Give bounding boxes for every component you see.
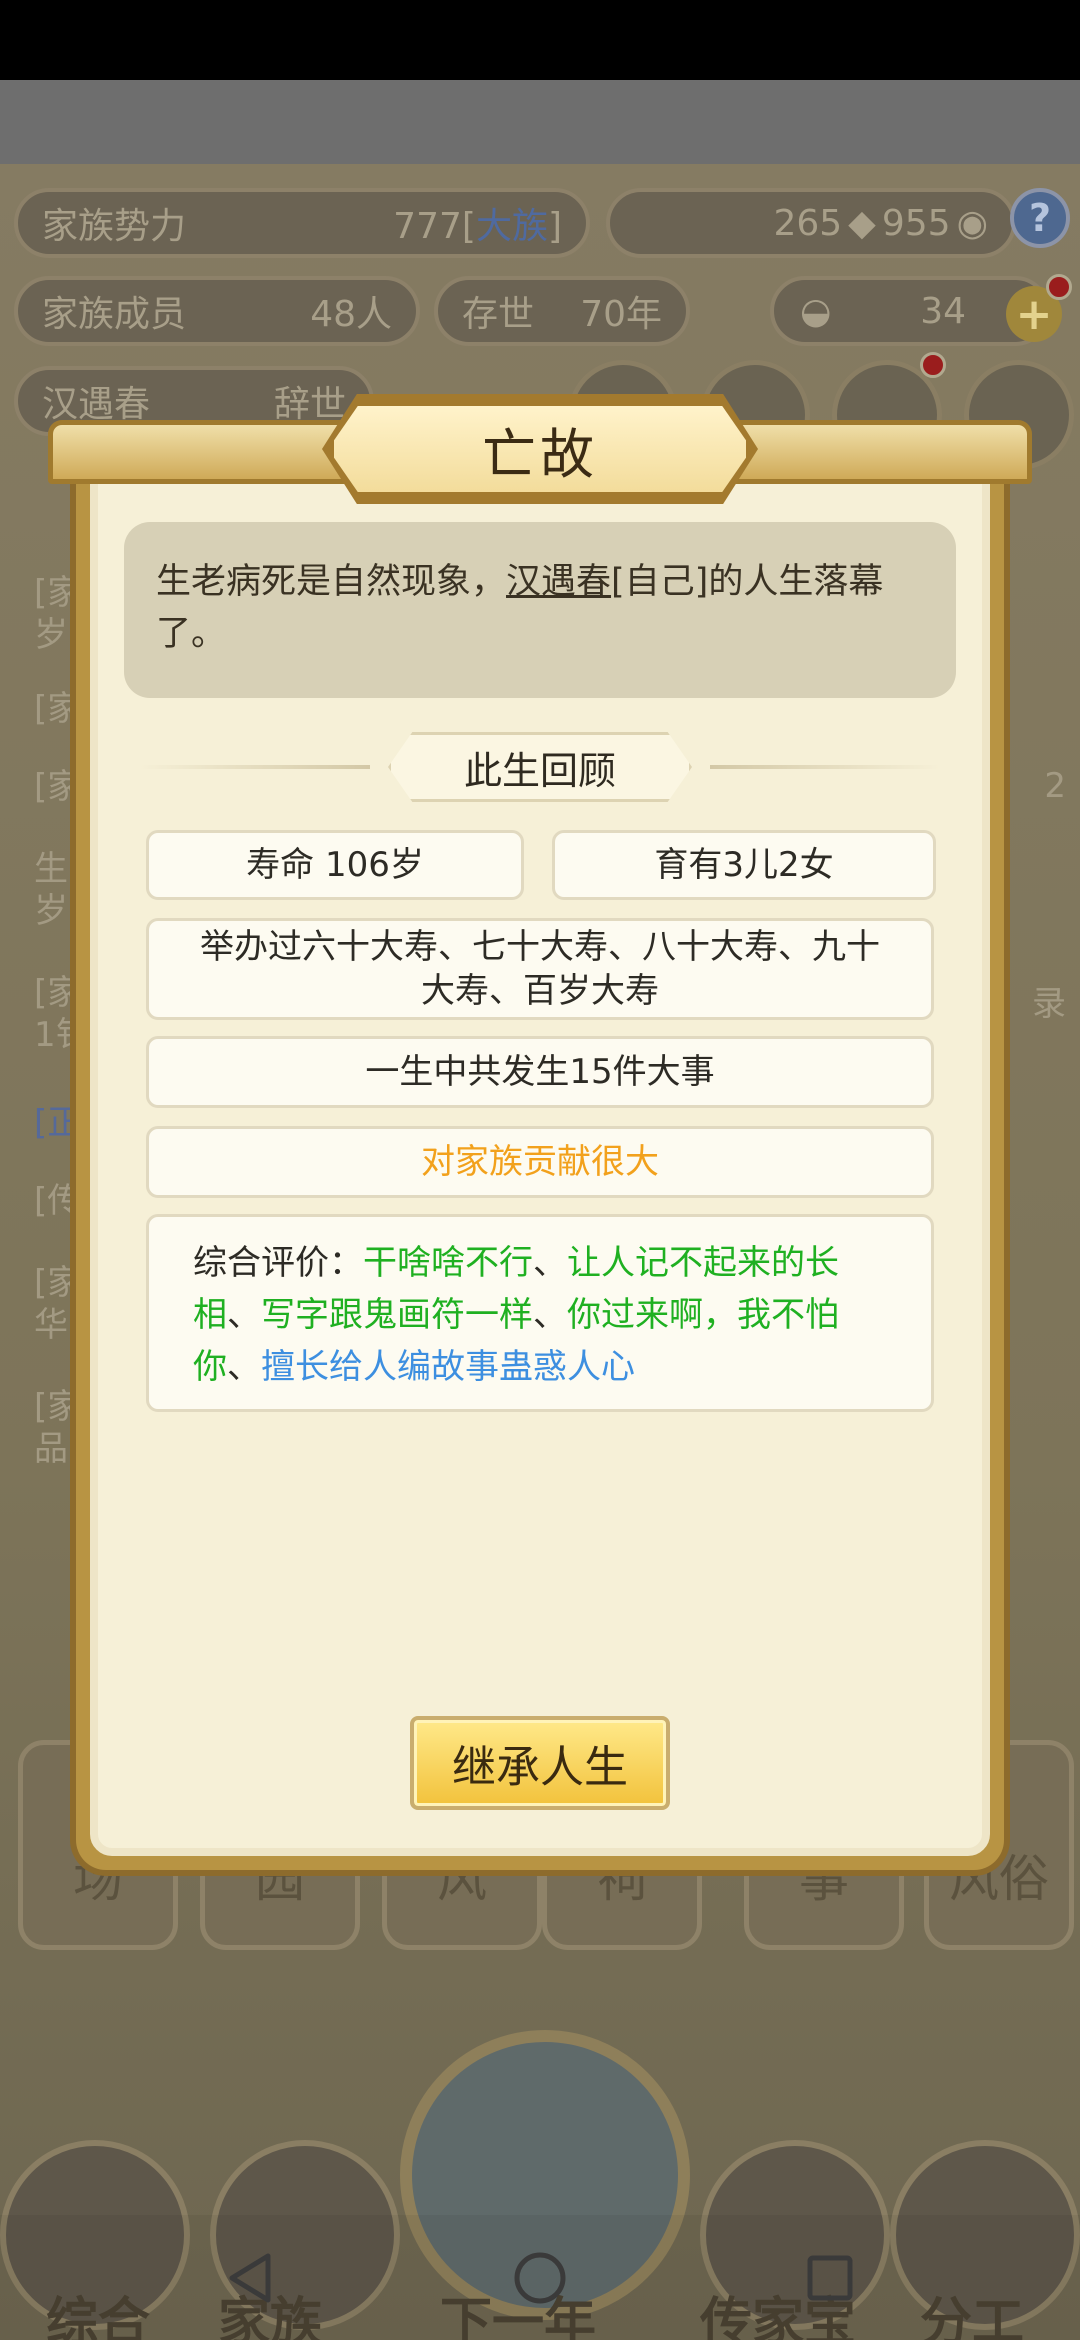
review-divider-left (140, 765, 370, 769)
coin-value: 955 (881, 202, 951, 244)
copper-icon: ◆ (848, 202, 876, 244)
notification-dot (1046, 274, 1072, 300)
gold-ingot-icon: ◒ (800, 290, 832, 332)
trait: 干啥啥不行 (363, 1243, 533, 1283)
children-text: 育有3儿2女 (654, 845, 834, 885)
home-icon[interactable] (510, 2248, 570, 2308)
events-card: 一生中共发生15件大事 (146, 1036, 934, 1108)
clan-power-value: 777[大族] (393, 206, 562, 247)
evaluation-text: 综合评价：干啥啥不行、让人记不起来的长相、写字跟鬼画符一样、你过来啊，我不怕你、… (193, 1243, 839, 1387)
members-value: 48人 (310, 294, 392, 335)
birthdays-text: 举办过六十大寿、七十大寿、八十大寿、九十大寿、百岁大寿 (200, 927, 880, 1011)
review-divider-right (710, 765, 940, 769)
copper-value: 265 (773, 202, 843, 244)
coin-icon: ◉ (956, 202, 988, 244)
title-plate: 亡故 (328, 400, 752, 498)
notification-dot (920, 352, 946, 378)
log-fragment: 录 (1032, 984, 1066, 1024)
exist-label: 存世 (462, 294, 535, 335)
log-fragment: [家品 (34, 1387, 82, 1469)
recents-icon[interactable] (800, 2248, 860, 2308)
log-fragment: [家岁 (34, 573, 82, 655)
dialog-title: 亡故 (482, 422, 598, 486)
events-text: 一生中共发生15件大事 (365, 1052, 715, 1092)
log-fragment: [正 (34, 1103, 82, 1143)
contribution-card: 对家族贡献很大 (146, 1126, 934, 1198)
trait: 擅长给人编故事蛊惑人心 (261, 1347, 635, 1387)
exist-pill: 存世 70年 (434, 276, 690, 346)
contribution-text: 对家族贡献很大 (421, 1142, 659, 1182)
lifespan-card: 寿命 106岁 (146, 830, 524, 900)
review-title: 此生回顾 (463, 748, 616, 793)
app-bar (0, 80, 1080, 164)
evaluation-card: 综合评价：干啥啥不行、让人记不起来的长相、写字跟鬼画符一样、你过来啊，我不怕你、… (146, 1214, 934, 1412)
death-message: 生老病死是自然现象，汉遇春[自己]的人生落幕了。 (124, 522, 956, 698)
system-nav-bar (0, 2215, 1080, 2340)
currency-pill: 265 ◆ 955 ◉ (606, 188, 1016, 258)
lifespan-text: 寿命 106岁 (246, 845, 424, 885)
deceased-name-link[interactable]: 汉遇春 (506, 562, 611, 602)
birthdays-card: 举办过六十大寿、七十大寿、八十大寿、九十大寿、百岁大寿 (146, 918, 934, 1020)
inherit-life-button[interactable]: 继承人生 (410, 1716, 670, 1810)
exist-value: 70年 (580, 294, 662, 335)
help-icon[interactable]: ? (1010, 188, 1070, 248)
log-fragment: [家 (34, 767, 82, 807)
members-pill: 家族成员 48人 (14, 276, 420, 346)
children-card: 育有3儿2女 (552, 830, 936, 900)
clan-power-label: 家族势力 (42, 206, 187, 247)
log-fragment: [家华 (34, 1263, 82, 1345)
review-plate: 此生回顾 (388, 732, 692, 802)
message-prefix: 生老病死是自然现象， (156, 562, 507, 602)
back-icon[interactable] (220, 2248, 280, 2308)
status-bar (0, 0, 1080, 80)
log-fragment: [传 (34, 1181, 82, 1221)
review-header: 此生回顾 (140, 732, 940, 802)
inherit-life-label: 继承人生 (452, 1742, 628, 1793)
log-fragment: 2 (1044, 766, 1066, 806)
log-fragment: [家 (34, 689, 82, 729)
gold-value: 34 (920, 290, 966, 332)
log-fragment: 生岁 (34, 849, 68, 931)
members-label: 家族成员 (42, 294, 187, 335)
evaluation-label: 综合评价： (193, 1243, 363, 1283)
clan-power-pill: 家族势力 777[大族] (14, 188, 590, 258)
trait: 写字跟鬼画符一样 (261, 1295, 533, 1335)
